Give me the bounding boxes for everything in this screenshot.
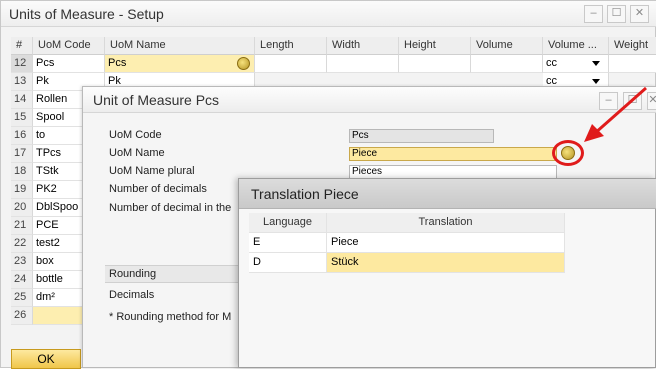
weight-cell[interactable] [609,55,656,73]
column-header-width[interactable]: Width [327,37,399,55]
row-number[interactable]: 20 [11,199,33,217]
row-number[interactable]: 19 [11,181,33,199]
translation-icon[interactable] [237,57,250,70]
row-number[interactable]: 22 [11,235,33,253]
translation-titlebar[interactable]: Translation Piece [239,179,656,209]
language-cell[interactable]: D [249,253,327,273]
table-row[interactable]: 12 Pcs Pcs cc [11,55,656,73]
uom-name-plural-label: UoM Name plural [109,165,195,177]
annotation-arrow-icon [584,86,647,142]
number-of-decimal-in-label: Number of decimal in the [109,202,232,214]
language-cell[interactable]: E [249,233,327,253]
row-number[interactable]: 25 [11,289,33,307]
ok-button[interactable]: OK [11,349,81,369]
volume-cell[interactable] [471,55,543,73]
uom-name-plural-field[interactable]: Pieces [349,165,557,179]
row-number[interactable]: 23 [11,253,33,271]
row-number[interactable]: 26 [11,307,33,325]
chevron-down-icon[interactable] [592,61,600,66]
uom-code-label: UoM Code [109,129,162,141]
length-cell[interactable] [255,55,327,73]
row-number[interactable]: 14 [11,91,33,109]
column-header-uom-code[interactable]: UoM Code [33,37,105,55]
translation-window: Translation Piece Language Translation E… [238,178,656,368]
close-icon[interactable]: ✕ [630,5,649,23]
row-number[interactable]: 13 [11,73,33,91]
uom-grid-header: # UoM Code UoM Name Length Width Height … [11,37,656,55]
translation-cell[interactable]: Piece [327,233,565,253]
column-header-language[interactable]: Language [249,213,327,233]
uom-name-label: UoM Name [109,147,165,159]
table-row[interactable]: E Piece [249,233,565,253]
uom-detail-titlebar[interactable]: Unit of Measure Pcs – ☐ ✕ [83,87,656,113]
maximize-icon[interactable]: ☐ [607,5,626,23]
rounding-label: Rounding [109,268,157,280]
column-header-height[interactable]: Height [399,37,471,55]
row-number[interactable]: 17 [11,145,33,163]
height-cell[interactable] [399,55,471,73]
column-header-uom-name[interactable]: UoM Name [105,37,255,55]
uom-detail-title: Unit of Measure Pcs [93,92,220,108]
volume-unit-dropdown[interactable]: cc [543,55,609,73]
uom-code-field[interactable]: Pcs [349,129,494,143]
minimize-icon[interactable]: – [584,5,603,23]
column-header-num[interactable]: # [11,37,33,55]
chevron-down-icon[interactable] [592,79,600,84]
column-header-translation[interactable]: Translation [327,213,565,233]
uom-setup-title: Units of Measure - Setup [9,6,164,22]
column-header-weight[interactable]: Weight [609,37,656,55]
row-number[interactable]: 15 [11,109,33,127]
row-number[interactable]: 18 [11,163,33,181]
row-number[interactable]: 12 [11,55,33,73]
row-number[interactable]: 24 [11,271,33,289]
column-header-volume-unit[interactable]: Volume ... [543,37,609,55]
row-number[interactable]: 16 [11,127,33,145]
uom-code-cell[interactable]: Pcs [33,55,105,73]
translation-grid-header: Language Translation [249,213,565,233]
uom-name-text: Pcs [108,57,127,69]
number-of-decimals-label: Number of decimals [109,183,207,195]
rounding-note: * Rounding method for M [109,311,232,323]
translation-title: Translation Piece [251,186,359,202]
uom-name-field[interactable]: Piece [349,147,557,161]
decimals-label: Decimals [109,289,155,301]
column-header-volume[interactable]: Volume [471,37,543,55]
volume-unit-value: cc [546,57,557,69]
width-cell[interactable] [327,55,399,73]
uom-name-cell[interactable]: Pcs [105,55,255,73]
row-number[interactable]: 21 [11,217,33,235]
column-header-length[interactable]: Length [255,37,327,55]
uom-setup-titlebar[interactable]: Units of Measure - Setup – ☐ ✕ [1,1,656,27]
table-row[interactable]: D Stück [249,253,565,273]
translation-cell[interactable]: Stück [327,253,565,273]
